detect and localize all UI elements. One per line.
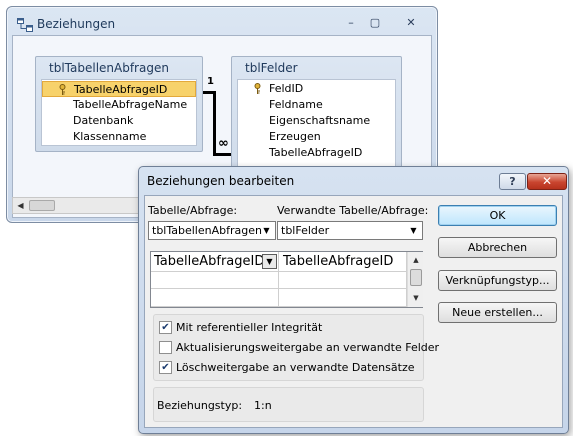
key-icon [254,83,261,94]
horizontal-scrollbar[interactable]: ◀ [12,197,144,214]
chevron-down-icon[interactable]: ▼ [259,223,274,238]
scroll-up-icon[interactable]: ▲ [410,254,422,266]
field-label: Datenbank [73,114,134,127]
field-list: FeldID Feldname Eigenschaftsname Erzeuge… [237,79,396,178]
window-title: Beziehungen [37,17,116,31]
empty-checkbox-icon[interactable] [159,341,172,354]
related-table-label: Verwandte Tabelle/Abfrage: [277,204,429,217]
help-button[interactable]: ? [499,173,526,190]
field-item[interactable]: TabelleAbfrageID [238,145,395,161]
table-query-label: Tabelle/Abfrage: [148,204,238,217]
join-fields-grid[interactable]: TabelleAbfrageID ▼ TabelleAbfrageID ▲ ▼ [150,251,423,308]
field-item[interactable]: FeldID [238,81,395,97]
field-label: Erzeugen [269,130,321,143]
join-field-left: TabelleAbfrageID [154,254,265,269]
relationship-type-label: Beziehungstyp: [157,399,243,412]
field-item[interactable]: Eigenschaftsname [238,113,395,129]
relationship-line[interactable] [213,91,216,156]
field-label: Klassenname [73,130,147,143]
checkbox-referential-integrity[interactable]: ✔ Mit referentieller Integrität [159,320,419,336]
table-tblFelder[interactable]: tblFelder FeldID Feldname Eigenschaftsna… [231,56,402,184]
checkbox-label: Mit referentieller Integrität [176,321,323,334]
field-label: TabelleAbfrageID [74,83,168,96]
scroll-thumb[interactable] [410,269,422,286]
grid-cell-left[interactable]: TabelleAbfrageID ▼ [151,252,279,272]
field-item-selected[interactable]: TabelleAbfrageID [42,81,196,97]
checkmark-icon[interactable]: ✔ [159,321,172,334]
edit-relationships-dialog: Beziehungen bearbeiten ? ✕ Tabelle/Abfra… [138,166,569,434]
table-tblTabellenAbfragen[interactable]: tblTabellenAbfragen TabelleAbfrageID Tab… [35,56,203,152]
minimize-button[interactable]: – [342,16,360,30]
chevron-down-icon[interactable]: ▼ [406,223,421,238]
join-field-right: TabelleAbfrageID [283,254,394,269]
related-table-select[interactable]: tblFelder ▼ [277,221,423,240]
vertical-scrollbar[interactable]: ▲ ▼ [407,252,423,307]
select-value: tblTabellenAbfragen [152,224,262,237]
field-item[interactable]: Klassenname [42,129,196,145]
scroll-down-icon[interactable]: ▼ [410,292,422,304]
relationship-type-value: 1:n [254,399,272,412]
grid-cell-right[interactable] [279,289,407,307]
dialog-body: Tabelle/Abfrage: Verwandte Tabelle/Abfra… [144,195,563,428]
field-label: TabelleAbfrageID [269,146,363,159]
join-type-button[interactable]: Verknüpfungstyp... [438,270,557,291]
close-dialog-button[interactable]: ✕ [527,173,567,190]
field-item[interactable]: Erzeugen [238,129,395,145]
field-label: Eigenschaftsname [269,114,371,127]
relationship-type-box: Beziehungstyp: 1:n [153,387,424,422]
one-side-marker: 1 [207,76,214,87]
field-label: TabelleAbfrageName [73,98,188,111]
field-label: FeldID [269,82,304,95]
grid-cell-right[interactable]: TabelleAbfrageID [279,252,407,272]
many-side-marker: ∞ [218,136,229,151]
field-item[interactable]: Datenbank [42,113,196,129]
key-icon [59,84,66,95]
grid-cell-left[interactable] [151,272,279,289]
dialog-title: Beziehungen bearbeiten [147,174,295,188]
table-query-select[interactable]: tblTabellenAbfragen ▼ [148,221,276,240]
close-window-button[interactable]: ✕ [402,16,420,30]
chevron-down-icon[interactable]: ▼ [262,254,277,269]
field-label: Feldname [269,98,323,111]
table-title: tblTabellenAbfragen [49,61,169,75]
create-new-button[interactable]: Neue erstellen... [438,302,557,323]
integrity-options-group: ✔ Mit referentieller Integrität Aktualis… [153,314,439,381]
maximize-button[interactable]: ▢ [366,16,384,30]
relationship-line[interactable] [213,153,231,156]
scroll-left-icon[interactable]: ◀ [14,199,27,212]
relationships-icon [17,18,33,32]
cancel-button[interactable]: Abbrechen [438,237,557,258]
field-item[interactable]: TabelleAbfrageName [42,97,196,113]
ok-button[interactable]: OK [438,205,557,226]
checkmark-icon[interactable]: ✔ [159,361,172,374]
field-list: TabelleAbfrageID TabelleAbfrageName Date… [41,79,197,146]
field-item[interactable]: Feldname [238,97,395,113]
scroll-thumb[interactable] [29,200,55,211]
select-value: tblFelder [281,224,330,237]
table-title: tblFelder [245,61,298,75]
checkbox-cascade-update[interactable]: Aktualisierungsweitergabe an verwandte F… [159,340,439,356]
grid-cell-right[interactable] [279,272,407,289]
checkbox-label: Löschweitergabe an verwandte Datensätze [176,361,415,374]
checkbox-cascade-delete[interactable]: ✔ Löschweitergabe an verwandte Datensätz… [159,360,419,376]
checkbox-label: Aktualisierungsweitergabe an verwandte F… [176,341,440,354]
grid-cell-left[interactable] [151,289,279,307]
